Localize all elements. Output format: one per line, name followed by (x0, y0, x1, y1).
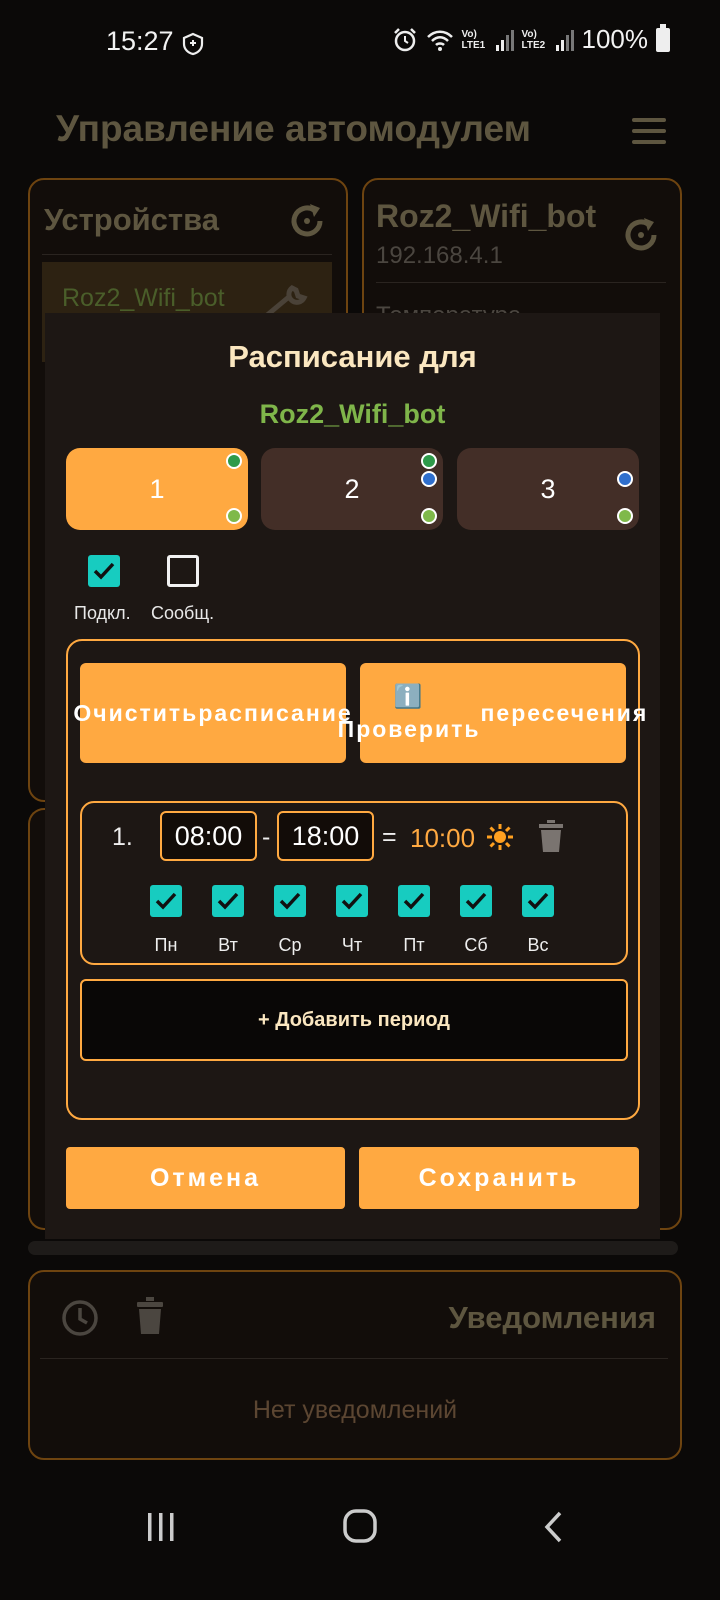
modal-title: Расписание для (228, 339, 477, 374)
schedule-panel: Очистить расписание ℹ️ Проверить пересечен… (66, 639, 646, 1120)
status-icons: Vo) LTE1 Vo) LTE2 100% (392, 23, 670, 55)
battery-percent: 100% (581, 24, 649, 54)
cancel-button[interactable]: Отмена (66, 1147, 345, 1209)
status-dot (421, 508, 437, 524)
device-name: Roz2_Wifi_bot (62, 284, 225, 312)
horizontal-scrollbar[interactable] (28, 1241, 678, 1255)
connect-checkbox[interactable] (88, 555, 120, 587)
day-label: Пт (403, 935, 425, 955)
notifications-title: Уведомления (448, 1300, 656, 1335)
slot-label: 2 (344, 473, 360, 504)
shield-icon (182, 32, 204, 56)
slot-label: 1 (149, 473, 165, 504)
divider (42, 254, 332, 255)
refresh-icon[interactable] (620, 214, 662, 256)
device-ip: 192.168.4.1 (376, 242, 503, 269)
message-checkbox[interactable] (167, 555, 199, 587)
signal-icon (555, 29, 574, 51)
schedule-modal: Расписание для Roz2_Wifi_bot 1 2 3 Подкл… (45, 313, 660, 1239)
end-time-input[interactable]: 18:00 (277, 811, 374, 861)
sun-icon (487, 824, 513, 850)
day-label: Пн (154, 935, 178, 955)
delete-period-icon[interactable] (538, 819, 564, 853)
time-separator: - (262, 823, 271, 851)
refresh-icon[interactable] (286, 200, 328, 242)
slot-tab-3[interactable]: 3 (457, 448, 639, 530)
status-time: 15:27 (106, 26, 174, 56)
message-checkbox-label: Сообщ. (151, 603, 215, 623)
device-detail-name: Roz2_Wifi_bot (376, 198, 597, 234)
devices-title: Устройства (44, 202, 219, 237)
back-icon[interactable] (542, 1510, 564, 1544)
schedule-period: 1. 08:00 - 18:00 = 10:00 Пн Вт Ср Чт Пт … (80, 801, 628, 965)
status-dot (617, 471, 633, 487)
period-duration: 10:00 (410, 823, 476, 853)
modal-device-name: Roz2_Wifi_bot (259, 399, 446, 429)
status-bar: 15:27 Vo) LTE1 Vo) LTE2 100% (0, 0, 720, 88)
home-icon[interactable] (342, 1508, 378, 1544)
notifications-empty: Нет уведомлений (252, 1396, 458, 1424)
menu-icon[interactable] (632, 118, 666, 144)
connect-checkbox-label: Подкл. (74, 603, 131, 623)
period-number: 1. (112, 823, 133, 851)
status-dot (421, 453, 437, 469)
start-time-input[interactable]: 08:00 (160, 811, 257, 861)
clear-schedule-button[interactable]: Очистить расписание (73, 663, 351, 763)
app-title: Управление автомодулем (56, 108, 532, 149)
equals-sign: = (382, 823, 397, 851)
signal-icon (495, 29, 514, 51)
recent-apps-icon[interactable] (146, 1510, 176, 1544)
status-dot (617, 508, 633, 524)
battery-icon (656, 23, 670, 52)
divider (376, 282, 666, 283)
clock-icon[interactable] (60, 1298, 100, 1338)
wifi-icon (426, 30, 453, 51)
slot-label: 3 (540, 473, 556, 504)
trash-icon[interactable] (136, 1296, 164, 1336)
status-dot (421, 471, 437, 487)
save-button[interactable]: Сохранить (359, 1147, 639, 1209)
day-label: Вс (527, 935, 549, 955)
slot-tab-2[interactable]: 2 (261, 448, 443, 530)
day-label: Сб (464, 935, 488, 955)
divider (40, 1358, 668, 1359)
alarm-icon (393, 27, 416, 51)
status-dot (226, 508, 242, 524)
slot-tab-1[interactable]: 1 (66, 448, 248, 530)
check-overlaps-button[interactable]: ℹ️ Проверить пересечения (338, 663, 646, 763)
day-label: Чт (341, 935, 363, 955)
day-label: Ср (278, 935, 302, 955)
notifications-card: Уведомления Нет уведомлений (28, 1270, 682, 1460)
system-nav-bar (0, 1480, 720, 1600)
lte2-label: Vo) LTE2 (521, 28, 546, 51)
day-label: Вт (218, 935, 238, 955)
add-period-button[interactable]: + Добавить период (80, 979, 628, 1061)
status-dot (226, 453, 242, 469)
lte1-label: Vo) LTE1 (461, 28, 486, 51)
